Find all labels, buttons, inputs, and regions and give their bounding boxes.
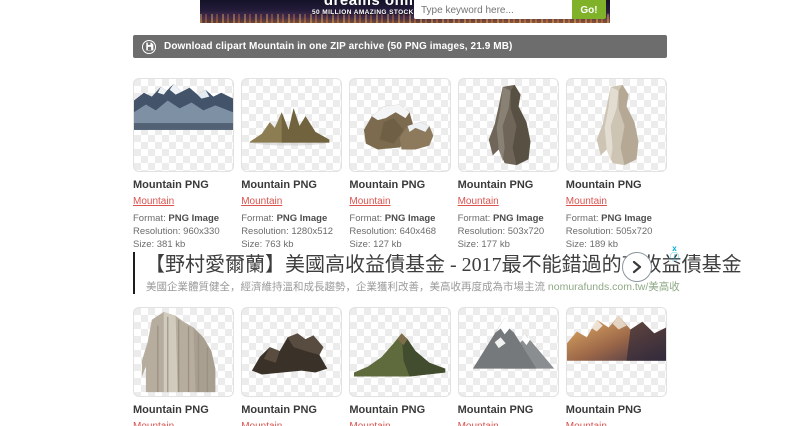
mountain-thumbnail-7[interactable] xyxy=(241,307,342,397)
ad-description: 美國企業體質健全，經濟維持溫和成長趨勢，企業獲利改善，美高收再度成為市場主流 n… xyxy=(146,279,680,294)
category-link[interactable]: Mountain xyxy=(566,196,607,207)
image-card: Mountain PNG Mountain xyxy=(133,307,234,426)
search-input[interactable] xyxy=(414,0,572,19)
mountain-thumbnail-1[interactable] xyxy=(133,78,234,172)
image-title: Mountain PNG xyxy=(349,404,450,416)
image-title: Mountain PNG xyxy=(241,179,342,191)
zip-download-text: Download clipart Mountain in one ZIP arc… xyxy=(164,41,512,52)
image-card: Mountain PNG Mountain xyxy=(349,307,450,426)
mountain-thumbnail-6[interactable] xyxy=(133,307,234,397)
chevron-right-icon xyxy=(631,260,643,274)
mountain-thumbnail-9[interactable] xyxy=(458,307,559,397)
image-title: Mountain PNG xyxy=(458,179,559,191)
search-go-button[interactable]: Go! xyxy=(572,0,606,19)
image-card: Mountain PNG Mountain xyxy=(241,307,342,426)
ad-display-url: nomurafunds.com.tw/美高收 xyxy=(548,281,680,293)
image-card: Mountain PNG Mountain Format: PNG Image … xyxy=(458,78,559,251)
category-link[interactable]: Mountain xyxy=(241,196,282,207)
mountain-thumbnail-10[interactable] xyxy=(566,307,667,397)
image-title: Mountain PNG xyxy=(133,179,234,191)
category-link[interactable]: Mountain xyxy=(458,196,499,207)
ad-left-rule xyxy=(133,252,135,294)
image-meta: Format: PNG Image Resolution: 640x468 Si… xyxy=(349,212,450,251)
image-title: Mountain PNG xyxy=(133,404,234,416)
image-card: Mountain PNG Mountain Format: PNG Image … xyxy=(133,78,234,251)
category-link[interactable]: Mountain xyxy=(566,421,607,426)
image-title: Mountain PNG xyxy=(566,404,667,416)
image-meta: Format: PNG Image Resolution: 503x720 Si… xyxy=(458,212,559,251)
download-disk-icon xyxy=(142,40,156,54)
ad-headline-link[interactable]: 【野村愛爾蘭】美國高收益債基金 - 2017最不能錯過的高收益債基金 xyxy=(145,248,742,277)
image-title: Mountain PNG xyxy=(349,179,450,191)
mountain-thumbnail-8[interactable] xyxy=(349,307,450,397)
adchoices-info-icon[interactable]: ⓘ xyxy=(670,253,679,262)
image-meta: Format: PNG Image Resolution: 1280x512 S… xyxy=(241,212,342,251)
text-ad: 【野村愛爾蘭】美國高收益債基金 - 2017最不能錯過的高收益債基金 美國企業體… xyxy=(133,248,678,302)
image-card: Mountain PNG Mountain Format: PNG Image … xyxy=(241,78,342,251)
image-card: Mountain PNG Mountain Format: PNG Image … xyxy=(566,78,667,251)
image-card: Mountain PNG Mountain xyxy=(566,307,667,426)
mountain-thumbnail-2[interactable] xyxy=(241,78,342,172)
mountain-thumbnail-4[interactable] xyxy=(458,78,559,172)
image-meta: Format: PNG Image Resolution: 960x330 Si… xyxy=(133,212,234,251)
category-link[interactable]: Mountain xyxy=(349,421,390,426)
category-link[interactable]: Mountain xyxy=(133,196,174,207)
top-banner-ad[interactable]: dreams online 50 MILLION AMAZING STOCK I… xyxy=(200,0,610,23)
image-title: Mountain PNG xyxy=(458,404,559,416)
image-card: Mountain PNG Mountain xyxy=(458,307,559,426)
category-link[interactable]: Mountain xyxy=(349,196,390,207)
category-link[interactable]: Mountain xyxy=(241,421,282,426)
zip-download-bar[interactable]: Download clipart Mountain in one ZIP arc… xyxy=(133,35,667,58)
ad-next-arrow-button[interactable] xyxy=(622,252,652,282)
image-title: Mountain PNG xyxy=(566,179,667,191)
image-title: Mountain PNG xyxy=(241,404,342,416)
mountain-thumbnail-5[interactable] xyxy=(566,78,667,172)
mountain-thumbnail-3[interactable] xyxy=(349,78,450,172)
category-link[interactable]: Mountain xyxy=(458,421,499,426)
image-meta: Format: PNG Image Resolution: 505x720 Si… xyxy=(566,212,667,251)
category-link[interactable]: Mountain xyxy=(133,421,174,426)
image-card: Mountain PNG Mountain Format: PNG Image … xyxy=(349,78,450,251)
